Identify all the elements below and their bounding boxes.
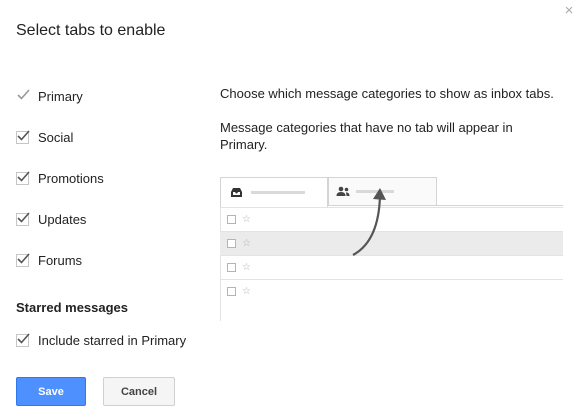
option-social[interactable]: Social	[16, 127, 73, 147]
starred-section-title: Starred messages	[16, 300, 129, 315]
check-icon	[17, 211, 30, 223]
option-label: Primary	[38, 88, 83, 104]
option-label: Social	[38, 129, 74, 145]
check-icon	[17, 129, 30, 141]
check-icon	[17, 332, 30, 344]
star-icon: ☆	[242, 261, 251, 273]
star-icon: ☆	[242, 285, 251, 297]
row-checkbox	[227, 263, 236, 272]
check-icon	[17, 170, 30, 182]
description-line-2: Message categories that have no tab will…	[220, 120, 513, 135]
placeholder-line	[251, 191, 305, 194]
inbox-icon	[231, 188, 242, 197]
option-include-starred[interactable]: Include starred in Primary	[16, 330, 186, 350]
preview-tab-primary	[220, 177, 328, 207]
option-promotions[interactable]: Promotions	[16, 168, 104, 188]
option-primary: Primary	[16, 86, 83, 106]
option-forums[interactable]: Forums	[16, 250, 82, 270]
checkbox-primary-disabled	[16, 88, 30, 103]
option-updates[interactable]: Updates	[16, 209, 86, 229]
message-row: ☆	[220, 255, 563, 279]
description-line-3: Primary.	[220, 137, 268, 152]
row-checkbox	[227, 287, 236, 296]
checkbox-updates[interactable]	[16, 211, 30, 226]
option-label: Updates	[38, 211, 87, 227]
save-button[interactable]: Save	[16, 377, 86, 406]
checkbox-social[interactable]	[16, 129, 30, 144]
checkbox-include-starred[interactable]	[16, 332, 30, 347]
option-label: Forums	[38, 252, 83, 268]
move-arrow-icon	[352, 188, 386, 256]
message-row: ☆	[220, 279, 563, 303]
description-line-1: Choose which message categories to show …	[220, 86, 554, 101]
inbox-preview: ☆ ☆ ☆ ☆	[220, 177, 563, 321]
close-icon[interactable]: ×	[562, 3, 576, 18]
cancel-button[interactable]: Cancel	[103, 377, 175, 406]
star-icon: ☆	[242, 237, 251, 249]
option-label: Promotions	[38, 170, 104, 186]
check-icon	[17, 252, 30, 264]
row-checkbox	[227, 239, 236, 248]
tab-bar-baseline	[436, 205, 563, 206]
checkbox-forums[interactable]	[16, 252, 30, 267]
row-checkbox	[227, 215, 236, 224]
option-label: Include starred in Primary	[38, 332, 187, 348]
dialog-title: Select tabs to enable	[16, 22, 166, 39]
select-tabs-dialog: × Select tabs to enable Primary Social P…	[0, 0, 580, 420]
star-icon: ☆	[242, 213, 251, 225]
check-icon	[17, 88, 30, 100]
checkbox-promotions[interactable]	[16, 170, 30, 185]
